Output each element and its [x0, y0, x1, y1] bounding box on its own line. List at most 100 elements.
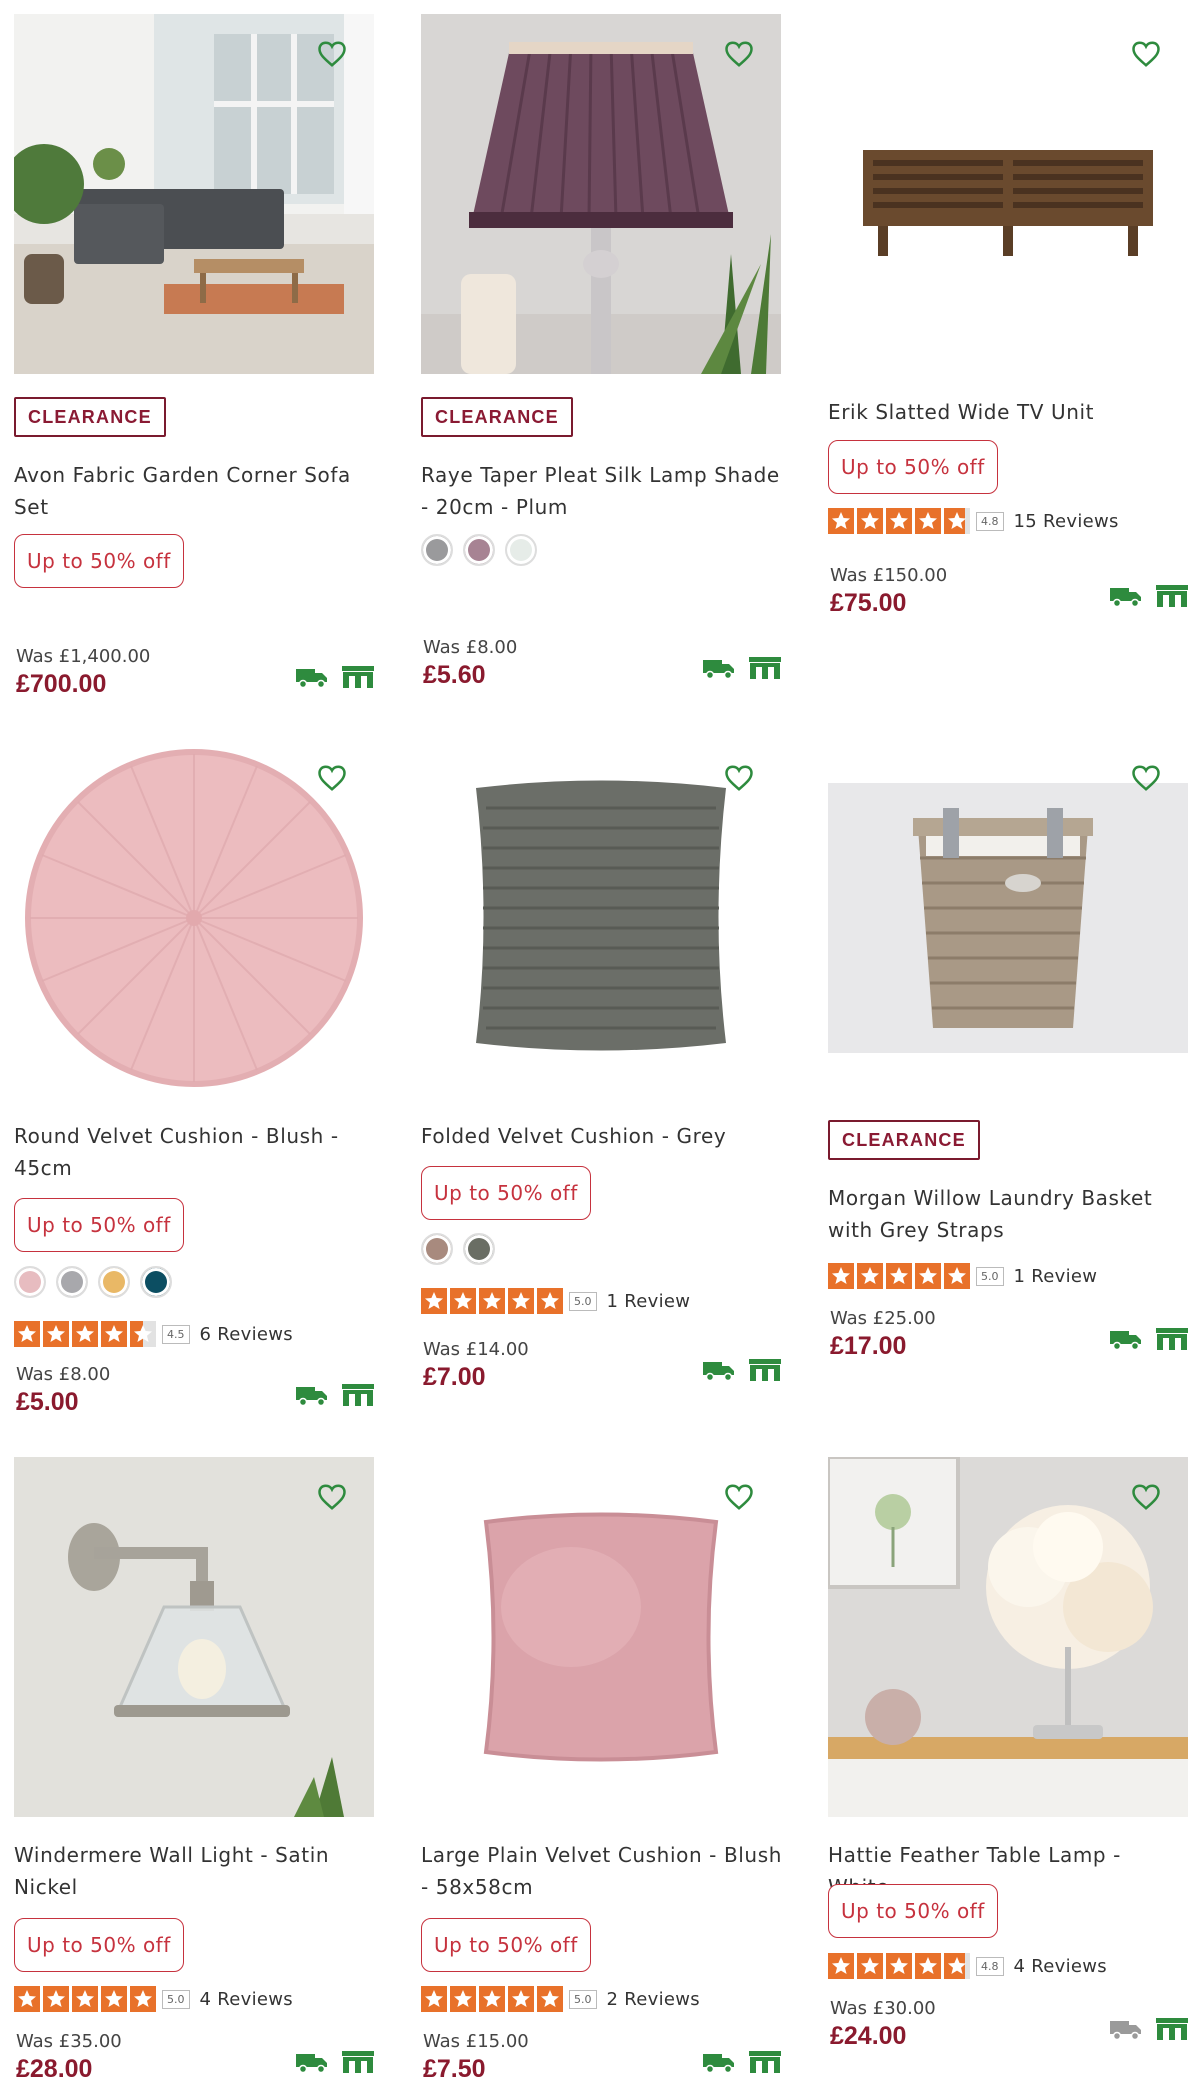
product-title[interactable]: Large Plain Velvet Cushion - Blush - 58x… [421, 1839, 796, 1903]
colour-swatch[interactable] [14, 1266, 46, 1298]
rating: 5.0 4 Reviews [14, 1984, 293, 2014]
product-image[interactable] [828, 1457, 1188, 1817]
wishlist-heart-icon[interactable] [317, 40, 347, 68]
colour-swatch[interactable] [421, 534, 453, 566]
review-count[interactable]: 6 Reviews [200, 1324, 293, 1345]
was-price: Was £30.00 [830, 1998, 936, 2019]
home-delivery-truck-icon [296, 669, 327, 688]
wishlist-heart-icon[interactable] [724, 40, 754, 68]
star-icon [14, 1321, 40, 1347]
review-count[interactable]: 2 Reviews [607, 1989, 700, 2010]
wishlist-heart-icon[interactable] [1131, 1483, 1161, 1511]
promo-badge: Up to 50% off [421, 1918, 591, 1972]
star-icon [43, 1986, 69, 2012]
rating-score: 5.0 [976, 1266, 1004, 1286]
wishlist-heart-icon[interactable] [724, 764, 754, 792]
star-icon [479, 1288, 505, 1314]
star-icon [857, 1953, 883, 1979]
star-icon [857, 508, 883, 534]
colour-swatch[interactable] [505, 534, 537, 566]
garden-sofa-image [14, 14, 374, 374]
wishlist-heart-icon[interactable] [1131, 764, 1161, 792]
review-count[interactable]: 4 Reviews [200, 1989, 293, 2010]
current-price: £5.60 [423, 661, 486, 689]
home-delivery-truck-icon [296, 1387, 327, 1406]
rating-score: 5.0 [162, 1989, 190, 2009]
promo-badge: Up to 50% off [14, 1918, 184, 1972]
product-image[interactable] [14, 738, 374, 1098]
product-image[interactable] [421, 1457, 781, 1817]
colour-swatch[interactable] [98, 1266, 130, 1298]
colour-swatches [421, 534, 537, 568]
home-delivery-truck-icon [296, 2054, 327, 2073]
home-delivery-truck-icon [703, 660, 734, 679]
star-icon [101, 1986, 127, 2012]
blush-cushion-image [421, 1457, 781, 1817]
click-and-collect-store-icon [1156, 1328, 1188, 1350]
product-image[interactable] [828, 738, 1188, 1098]
product-image[interactable] [14, 1457, 374, 1817]
was-price: Was £1,400.00 [16, 646, 151, 667]
product-title[interactable]: Round Velvet Cushion - Blush - 45cm [14, 1120, 344, 1184]
product-title[interactable]: Windermere Wall Light - Satin Nickel [14, 1839, 344, 1903]
current-price: £7.50 [423, 2055, 486, 2083]
half-star-icon [944, 1953, 970, 1979]
product-title[interactable]: Raye Taper Pleat Silk Lamp Shade - 20cm … [421, 459, 791, 523]
rating-score: 4.8 [976, 511, 1004, 531]
rating: 4.8 15 Reviews [828, 506, 1119, 536]
current-price: £24.00 [830, 2022, 907, 2050]
star-rating [421, 1986, 563, 2012]
was-price: Was £15.00 [423, 2031, 529, 2052]
product-image[interactable] [421, 738, 781, 1098]
review-count[interactable]: 15 Reviews [1014, 511, 1119, 532]
review-count[interactable]: 4 Reviews [1014, 1956, 1107, 1977]
wishlist-heart-icon[interactable] [1131, 40, 1161, 68]
product-title[interactable]: Erik Slatted Wide TV Unit [828, 396, 1188, 428]
colour-swatch[interactable] [140, 1266, 172, 1298]
star-icon [537, 1288, 563, 1314]
star-icon [828, 1263, 854, 1289]
wishlist-heart-icon[interactable] [317, 1483, 347, 1511]
round-cushion-image [14, 738, 374, 1098]
product-title[interactable]: Avon Fabric Garden Corner Sofa Set [14, 459, 354, 523]
star-icon [450, 1986, 476, 2012]
grey-cushion-image [421, 738, 781, 1098]
wishlist-heart-icon[interactable] [317, 764, 347, 792]
home-delivery-truck-icon [703, 2054, 734, 2073]
was-price: Was £8.00 [423, 637, 518, 658]
rating: 5.0 2 Reviews [421, 1984, 700, 2014]
review-count[interactable]: 1 Review [1014, 1266, 1098, 1287]
delivery-options [294, 1382, 374, 1408]
colour-swatch[interactable] [463, 534, 495, 566]
star-icon [508, 1288, 534, 1314]
star-icon [479, 1986, 505, 2012]
promo-badge: Up to 50% off [828, 440, 998, 494]
half-star-icon [944, 508, 970, 534]
click-and-collect-store-icon [1156, 2018, 1188, 2040]
review-count[interactable]: 1 Review [607, 1291, 691, 1312]
star-rating [421, 1288, 563, 1314]
star-rating [828, 1263, 970, 1289]
product-image[interactable] [421, 14, 781, 374]
star-icon [101, 1321, 127, 1347]
product-title[interactable]: Morgan Willow Laundry Basket with Grey S… [828, 1182, 1168, 1246]
feather-lamp-image [828, 1457, 1188, 1817]
star-icon [886, 1263, 912, 1289]
star-icon [828, 508, 854, 534]
product-title[interactable]: Folded Velvet Cushion - Grey [421, 1120, 781, 1152]
colour-swatch[interactable] [463, 1233, 495, 1265]
product-image[interactable] [828, 14, 1188, 374]
colour-swatch[interactable] [56, 1266, 88, 1298]
promo-badge: Up to 50% off [14, 534, 184, 588]
wall-light-image [14, 1457, 374, 1817]
was-price: Was £8.00 [16, 1364, 111, 1385]
colour-swatch[interactable] [421, 1233, 453, 1265]
colour-swatches [14, 1266, 172, 1300]
home-delivery-truck-icon [1110, 588, 1141, 607]
wishlist-heart-icon[interactable] [724, 1483, 754, 1511]
rating-score: 4.5 [162, 1324, 190, 1344]
click-and-collect-store-icon [749, 2051, 781, 2073]
product-image[interactable] [14, 14, 374, 374]
star-icon [421, 1986, 447, 2012]
star-icon [915, 1953, 941, 1979]
